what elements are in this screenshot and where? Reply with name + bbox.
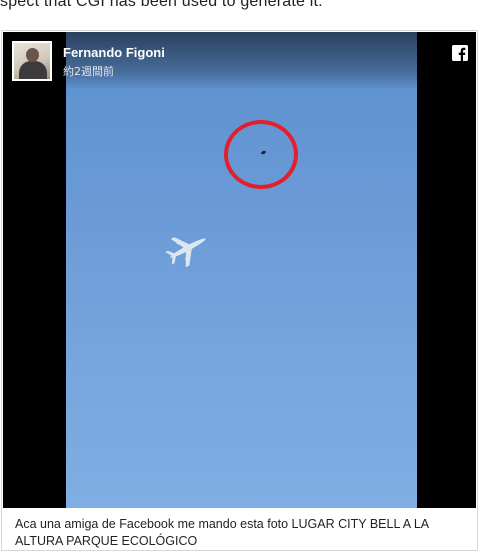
red-circle-annotation [224, 120, 298, 189]
airplane-icon [165, 237, 206, 267]
post-timestamp[interactable]: 約2週間前 [63, 63, 114, 79]
avatar-figure-head [26, 48, 39, 62]
avatar[interactable] [12, 41, 52, 81]
facebook-icon[interactable] [452, 45, 468, 61]
avatar-figure-body [19, 61, 47, 79]
caption-text: Aca una amiga de Facebook me mando esta … [15, 517, 429, 548]
facebook-embed-card: Fernando Figoni 約2週間前 Aca una amiga de F… [1, 30, 478, 551]
author-name-link[interactable]: Fernando Figoni [63, 45, 165, 60]
article-text-fragment: spect that CGI has been used to generate… [0, 0, 323, 10]
video-player[interactable]: Fernando Figoni 約2週間前 [3, 32, 476, 508]
post-caption: Aca una amiga de Facebook me mando esta … [3, 508, 476, 550]
sky-photo [66, 32, 417, 508]
video-header: Fernando Figoni 約2週間前 [3, 32, 476, 90]
